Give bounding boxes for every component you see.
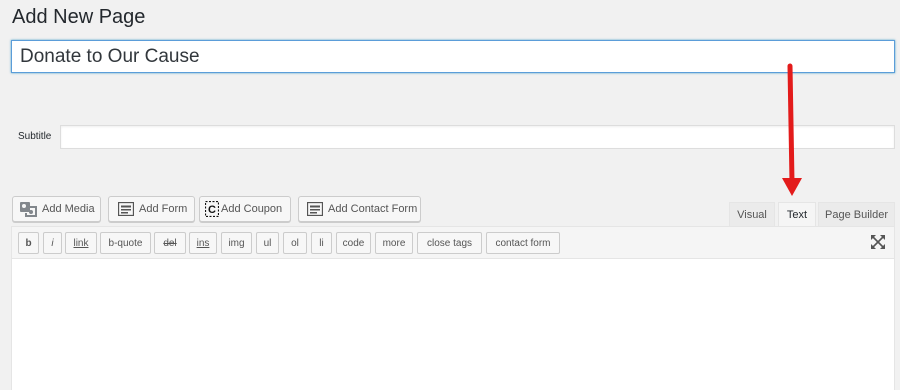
qt-ul-button[interactable]: ul <box>256 232 279 254</box>
add-media-button[interactable]: Add Media <box>12 196 101 222</box>
qt-li-button[interactable]: li <box>311 232 332 254</box>
qt-close-tags-button[interactable]: close tags <box>417 232 482 254</box>
form-icon <box>307 202 323 216</box>
quicktags-toolbar: b i link b-quote del ins img ul ol li co… <box>12 227 894 259</box>
coupon-icon: C <box>205 201 219 217</box>
qt-contact-form-button[interactable]: contact form <box>486 232 560 254</box>
qt-ol-button[interactable]: ol <box>283 232 307 254</box>
post-title-input[interactable] <box>11 40 895 73</box>
tab-visual[interactable]: Visual <box>729 202 775 227</box>
page-title: Add New Page <box>12 6 146 28</box>
add-media-label: Add Media <box>42 203 95 215</box>
qt-more-button[interactable]: more <box>375 232 413 254</box>
qt-ins-button[interactable]: ins <box>189 232 217 254</box>
qt-bold-button[interactable]: b <box>18 232 39 254</box>
editor: b i link b-quote del ins img ul ol li co… <box>11 226 895 390</box>
subtitle-input[interactable] <box>60 125 895 149</box>
subtitle-label: Subtitle <box>18 131 52 142</box>
tab-page-builder[interactable]: Page Builder <box>818 202 895 227</box>
svg-text:C: C <box>208 204 216 216</box>
add-contact-form-label: Add Contact Form <box>328 203 418 215</box>
annotation-arrow <box>782 63 802 196</box>
form-icon <box>118 202 134 216</box>
add-form-label: Add Form <box>139 203 188 215</box>
qt-code-button[interactable]: code <box>336 232 371 254</box>
text-editor-area[interactable] <box>12 259 894 390</box>
qt-bquote-button[interactable]: b-quote <box>100 232 151 254</box>
media-icon <box>20 202 37 217</box>
qt-img-button[interactable]: img <box>221 232 252 254</box>
add-form-button[interactable]: Add Form <box>108 196 195 222</box>
qt-italic-button[interactable]: i <box>43 232 62 254</box>
add-coupon-button[interactable]: C Add Coupon <box>199 196 291 222</box>
add-contact-form-button[interactable]: Add Contact Form <box>298 196 421 222</box>
qt-link-button[interactable]: link <box>65 232 97 254</box>
add-coupon-label: Add Coupon <box>221 203 283 215</box>
fullscreen-icon[interactable] <box>870 234 886 250</box>
tab-text[interactable]: Text <box>778 202 816 227</box>
qt-del-button[interactable]: del <box>154 232 186 254</box>
